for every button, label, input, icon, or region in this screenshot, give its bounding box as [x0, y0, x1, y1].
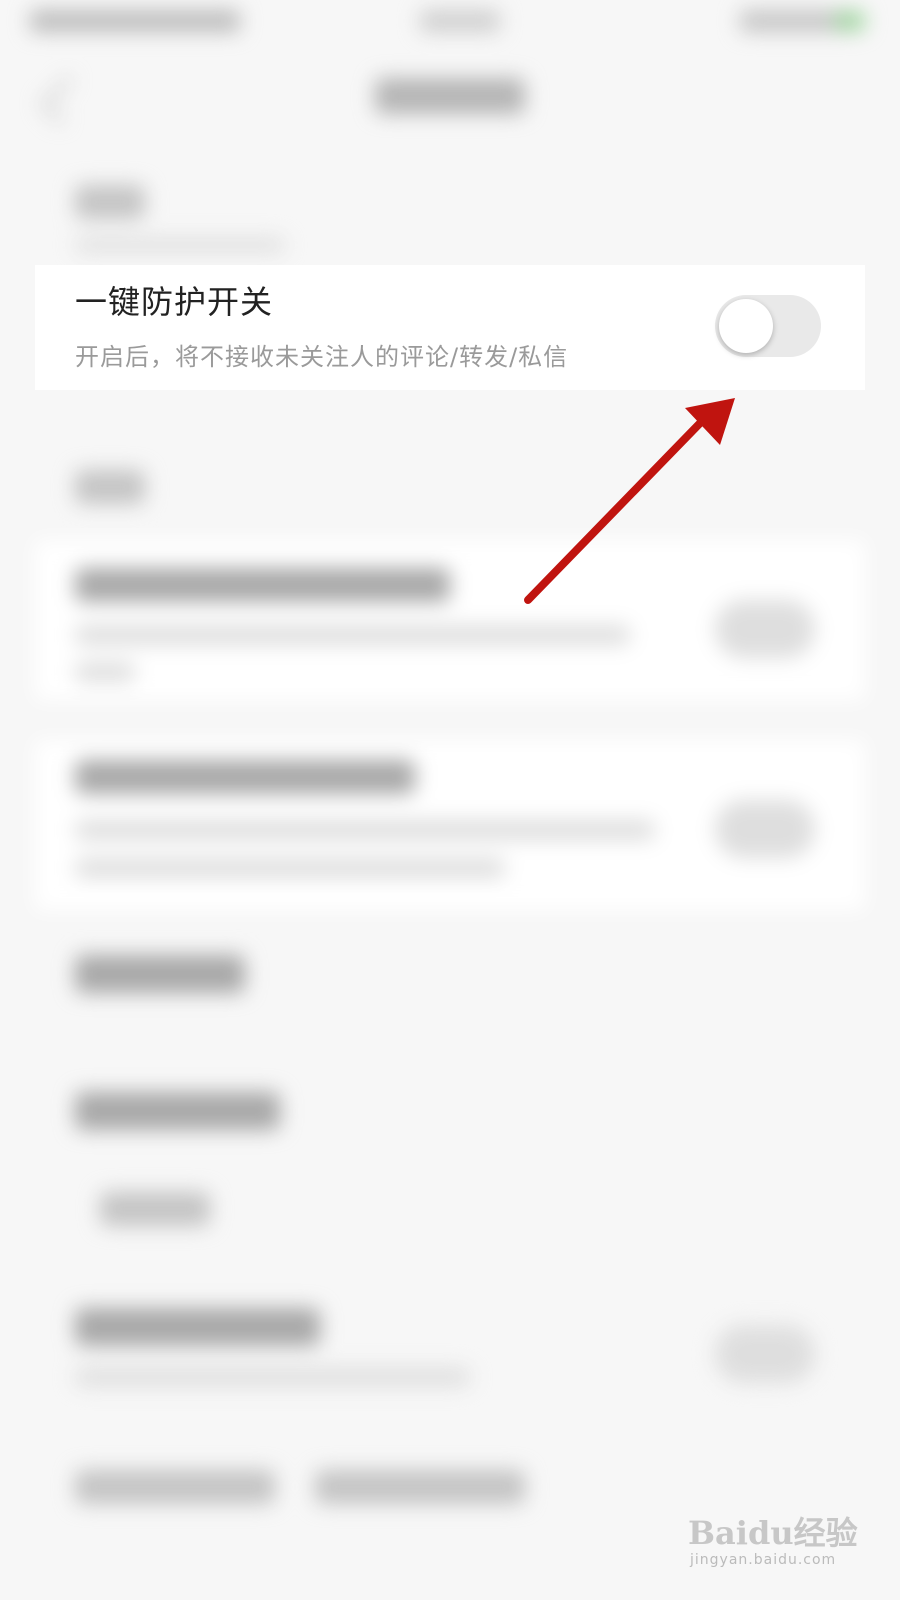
privacy-settings-screen: 一键防护开关 开启后，将不接收未关注人的评论/转发/私信 Baidu经验 jin… [0, 0, 900, 1600]
watermark-brand: Baidu经验 [688, 1514, 858, 1552]
one-click-protection-row: 一键防护开关 开启后，将不接收未关注人的评论/转发/私信 [35, 265, 865, 390]
blurred-row-2-desc2 [75, 858, 505, 878]
nav-bar [0, 50, 900, 150]
blurred-row-5-title [75, 1308, 320, 1346]
blurred-row-6-part1 [75, 1470, 275, 1504]
blurred-row-1-desc [75, 625, 630, 645]
one-click-protection-toggle[interactable] [715, 295, 821, 357]
blurred-row-4-option[interactable] [100, 1192, 210, 1226]
blurred-row-5-toggle[interactable] [715, 1325, 815, 1383]
section-header-2 [75, 470, 145, 504]
back-arrow-icon[interactable] [39, 75, 89, 125]
blurred-row-2-title [75, 760, 415, 794]
blurred-row-4-title [75, 1092, 280, 1130]
blurred-row-2-desc [75, 820, 655, 840]
one-click-protection-title: 一键防护开关 [75, 283, 274, 321]
section-header-1-sub [75, 238, 285, 252]
one-click-protection-description: 开启后，将不接收未关注人的评论/转发/私信 [75, 343, 569, 371]
watermark-url: jingyan.baidu.com [690, 1552, 837, 1568]
nav-title [375, 78, 525, 114]
blurred-row-1-title [75, 568, 450, 602]
blurred-background [0, 0, 900, 1600]
status-bar-time [420, 10, 500, 32]
blurred-row-5-desc [75, 1368, 470, 1386]
blurred-row-2-toggle[interactable] [715, 800, 815, 858]
blurred-row-6-part2 [315, 1470, 525, 1504]
blurred-row-1-toggle[interactable] [715, 600, 815, 658]
blurred-row-3-title [75, 955, 245, 993]
section-header-1 [75, 185, 145, 219]
blurred-row-1-desc2 [75, 662, 135, 682]
baidu-jingyan-watermark: Baidu经验 jingyan.baidu.com [688, 1500, 868, 1580]
status-bar [0, 0, 900, 50]
status-bar-left [30, 10, 240, 32]
battery-icon [835, 12, 865, 30]
toggle-knob[interactable] [719, 299, 773, 353]
